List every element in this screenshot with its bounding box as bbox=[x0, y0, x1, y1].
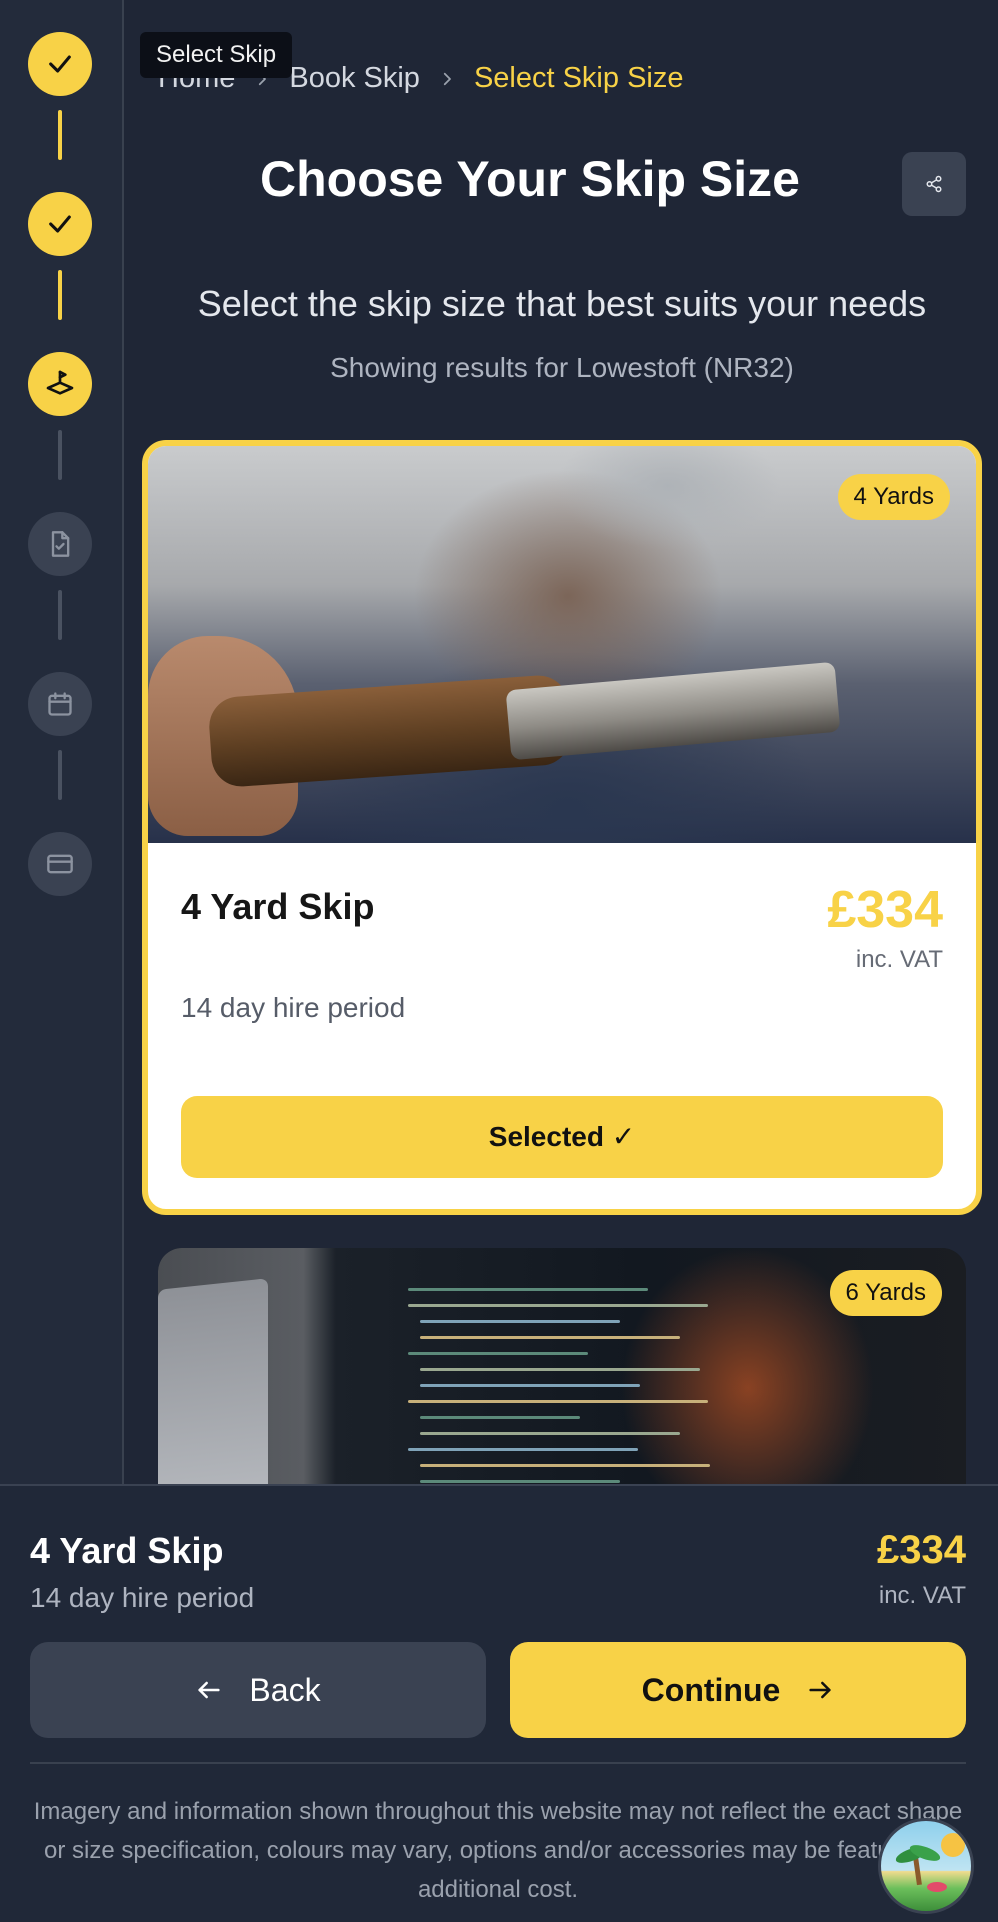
hire-period: 14 day hire period bbox=[181, 992, 406, 1023]
skip-card-selected[interactable]: 4 Yards 4 Yard Skip £334 inc. VAT 14 day… bbox=[142, 440, 982, 1215]
credit-card-icon bbox=[47, 854, 73, 874]
summary-price: £334 bbox=[877, 1528, 966, 1572]
chevron-right-icon bbox=[438, 70, 456, 88]
document-check-icon bbox=[51, 531, 70, 557]
chat-avatar[interactable] bbox=[878, 1818, 974, 1914]
size-badge: 4 Yards bbox=[837, 474, 950, 520]
step-connector bbox=[58, 270, 62, 320]
disclaimer-text: Imagery and information shown throughout… bbox=[33, 1798, 963, 1903]
breadcrumb-book-skip[interactable]: Book Skip bbox=[289, 62, 420, 95]
vat-label: inc. VAT bbox=[855, 946, 943, 973]
back-label: Back bbox=[249, 1671, 321, 1708]
progress-sidebar bbox=[0, 0, 124, 1486]
size-badge: 6 Yards bbox=[829, 1270, 942, 1316]
step-2-complete[interactable] bbox=[28, 192, 92, 256]
skip-name: 4 Yard Skip bbox=[181, 886, 375, 927]
breadcrumb-current: Select Skip Size bbox=[473, 62, 684, 94]
skip-icon bbox=[46, 370, 74, 395]
step-connector bbox=[58, 590, 62, 640]
step-tooltip: Select Skip bbox=[140, 32, 293, 78]
check-icon bbox=[49, 55, 71, 73]
summary-skip-name: 4 Yard Skip bbox=[30, 1530, 224, 1571]
skip-price: £334 bbox=[827, 881, 943, 939]
check-icon bbox=[49, 215, 71, 233]
location-text: Showing results for Lowestoft (NR32) bbox=[330, 352, 794, 383]
summary-hire-period: 14 day hire period bbox=[30, 1582, 255, 1613]
divider bbox=[30, 1762, 966, 1764]
summary-bar: 4 Yard Skip 14 day hire period £334 inc.… bbox=[0, 1484, 998, 1922]
share-button[interactable] bbox=[902, 152, 966, 216]
skip-card-image: 4 Yards bbox=[148, 446, 976, 843]
continue-label: Continue bbox=[641, 1671, 781, 1708]
continue-button[interactable]: Continue bbox=[510, 1642, 966, 1738]
select-skip-button[interactable]: Selected ✓ bbox=[181, 1096, 943, 1178]
step-connector bbox=[58, 430, 62, 480]
step-5-date[interactable] bbox=[28, 672, 92, 736]
step-connector bbox=[58, 750, 62, 800]
step-1-complete[interactable] bbox=[28, 32, 92, 96]
page-title: Choose Your Skip Size bbox=[260, 151, 800, 207]
step-3-select-skip[interactable] bbox=[28, 352, 92, 416]
arrow-left-icon bbox=[198, 1681, 221, 1699]
step-connector bbox=[58, 110, 62, 160]
step-4-permit[interactable] bbox=[28, 512, 92, 576]
calendar-icon bbox=[48, 692, 72, 716]
back-button[interactable]: Back bbox=[30, 1642, 486, 1738]
step-6-payment[interactable] bbox=[28, 832, 92, 896]
page-subtitle: Select the skip size that best suits you… bbox=[197, 283, 927, 324]
summary-vat-label: inc. VAT bbox=[878, 1582, 966, 1609]
arrow-right-icon bbox=[809, 1681, 831, 1699]
share-icon bbox=[926, 175, 942, 193]
